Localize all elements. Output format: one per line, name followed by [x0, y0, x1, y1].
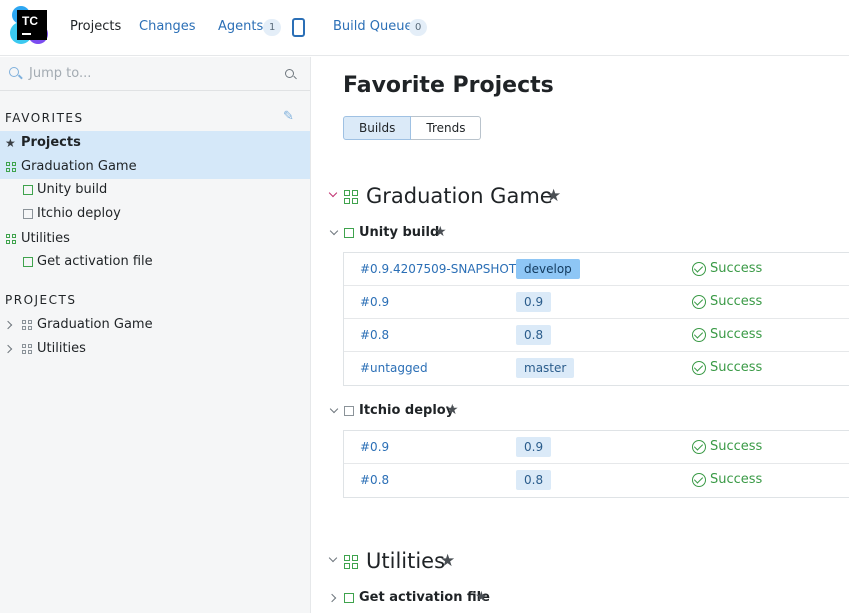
- build-status[interactable]: Success: [692, 439, 762, 454]
- build-type-name[interactable]: Itchio deploy: [359, 401, 454, 421]
- sidebar-item-label: Utilities: [21, 231, 70, 246]
- build-config-icon: [23, 185, 33, 195]
- sidebar-item-get-activation-file[interactable]: Get activation file: [0, 250, 310, 274]
- search-input[interactable]: Jump to...: [29, 66, 91, 81]
- build-config-icon: [344, 228, 354, 238]
- chevron-right-icon[interactable]: [327, 593, 337, 603]
- project-grid-icon: [22, 344, 32, 354]
- chevron-down-icon[interactable]: [329, 404, 339, 414]
- project-header-graduation-game[interactable]: Graduation Game ★: [327, 182, 627, 210]
- build-queue-count-badge: 0: [409, 19, 428, 36]
- sidebar-item-label: Projects: [21, 135, 81, 150]
- branch-badge[interactable]: 0.9: [516, 292, 552, 312]
- nav-agents[interactable]: Agents: [218, 19, 263, 37]
- build-number-link[interactable]: #0.9: [360, 440, 389, 454]
- nav-build-queue[interactable]: Build Queue: [333, 19, 412, 37]
- project-name[interactable]: Graduation Game: [366, 182, 553, 210]
- sidebar-project-utilities[interactable]: Utilities: [0, 337, 310, 361]
- build-number-link[interactable]: #0.8: [360, 473, 389, 487]
- chevron-down-icon[interactable]: [328, 553, 338, 563]
- project-grid-icon: [6, 234, 16, 244]
- star-icon: ★: [5, 136, 16, 150]
- tab-trends[interactable]: Trends: [411, 116, 482, 140]
- projects-heading: PROJECTS: [5, 293, 77, 307]
- table-row[interactable]: #untagged master Success: [344, 352, 849, 385]
- agents-count-badge: 1: [263, 19, 282, 36]
- build-type-name[interactable]: Unity build: [359, 223, 439, 243]
- project-grid-icon: [22, 320, 32, 330]
- sidebar-item-label: Graduation Game: [21, 159, 137, 174]
- project-name[interactable]: Utilities: [366, 547, 445, 575]
- build-number-link[interactable]: #0.9: [360, 295, 389, 309]
- teamcity-logo[interactable]: TC: [10, 6, 50, 46]
- table-row[interactable]: #0.9 0.9 Success: [344, 431, 849, 464]
- build-status[interactable]: Success: [692, 360, 762, 375]
- build-number-link[interactable]: #untagged: [360, 361, 428, 375]
- build-config-icon: [344, 593, 354, 603]
- build-status[interactable]: Success: [692, 261, 762, 276]
- favorite-star-icon[interactable]: ★: [440, 547, 455, 575]
- view-tabs: Builds Trends: [343, 116, 482, 140]
- table-row[interactable]: #0.8 0.8 Success: [344, 464, 849, 497]
- build-number-link[interactable]: #0.9.4207509-SNAPSHOT: [360, 262, 516, 276]
- branch-badge[interactable]: 0.9: [516, 437, 552, 457]
- nav-projects[interactable]: Projects: [70, 19, 121, 37]
- builds-table-itchio-deploy: #0.9 0.9 Success #0.8 0.8 Success: [343, 430, 849, 498]
- project-grid-icon: [344, 190, 358, 204]
- search-submit-icon[interactable]: [285, 69, 294, 78]
- jump-to-search[interactable]: Jump to...: [0, 57, 310, 91]
- branch-badge[interactable]: 0.8: [516, 470, 552, 490]
- table-row[interactable]: #0.9 0.9 Success: [344, 286, 849, 319]
- sidebar-item-label: Itchio deploy: [37, 206, 121, 221]
- page-title: Favorite Projects: [343, 73, 554, 98]
- build-config-icon: [23, 257, 33, 267]
- table-row[interactable]: #0.8 0.8 Success: [344, 319, 849, 352]
- chevron-right-icon[interactable]: [3, 344, 13, 354]
- sidebar-item-unity-build[interactable]: Unity build: [0, 178, 310, 202]
- branch-badge[interactable]: master: [516, 358, 575, 378]
- builds-table-unity-build: #0.9.4207509-SNAPSHOT develop Success #0…: [343, 252, 849, 386]
- favorite-star-icon[interactable]: ★: [475, 587, 488, 607]
- sidebar-item-projects[interactable]: ★ Projects: [0, 131, 310, 155]
- sidebar-project-graduation-game[interactable]: Graduation Game: [0, 313, 310, 337]
- build-type-header-get-activation-file[interactable]: Get activation file ★: [327, 588, 527, 608]
- sidebar-item-label: Unity build: [37, 182, 108, 197]
- sidebar-item-utilities[interactable]: Utilities: [0, 227, 310, 251]
- build-status[interactable]: Success: [692, 472, 762, 487]
- tab-builds[interactable]: Builds: [343, 116, 412, 140]
- sidebar-item-itchio-deploy[interactable]: Itchio deploy: [0, 202, 310, 226]
- chevron-down-icon[interactable]: [329, 226, 339, 236]
- favorite-star-icon[interactable]: ★: [434, 222, 447, 242]
- build-type-header-unity-build[interactable]: Unity build ★: [327, 223, 527, 243]
- sidebar-item-label: Get activation file: [37, 254, 153, 269]
- sidebar-item-label: Graduation Game: [37, 317, 153, 332]
- favorite-star-icon[interactable]: ★: [446, 400, 459, 420]
- top-header: TC Projects Changes Agents 1 Build Queue…: [0, 0, 849, 56]
- agent-icon[interactable]: [292, 18, 305, 37]
- sidebar-item-label: Utilities: [37, 341, 86, 356]
- project-header-utilities[interactable]: Utilities ★: [327, 547, 527, 575]
- project-grid-icon: [344, 555, 358, 569]
- favorite-star-icon[interactable]: ★: [546, 182, 561, 210]
- search-icon: [9, 67, 19, 77]
- sidebar: Jump to... FAVORITES ✎ ★ Projects Gradua…: [0, 57, 311, 613]
- project-grid-icon: [6, 162, 16, 172]
- chevron-down-icon[interactable]: [328, 188, 338, 198]
- favorites-heading: FAVORITES: [5, 111, 84, 125]
- build-config-icon: [23, 209, 33, 219]
- branch-badge[interactable]: 0.8: [516, 325, 552, 345]
- build-type-header-itchio-deploy[interactable]: Itchio deploy ★: [327, 401, 527, 421]
- build-type-name[interactable]: Get activation file: [359, 588, 490, 608]
- table-row[interactable]: #0.9.4207509-SNAPSHOT develop Success: [344, 253, 849, 286]
- nav-changes[interactable]: Changes: [139, 19, 196, 37]
- chevron-right-icon[interactable]: [3, 320, 13, 330]
- edit-favorites-icon[interactable]: ✎: [283, 110, 295, 123]
- build-status[interactable]: Success: [692, 327, 762, 342]
- build-config-icon: [344, 406, 354, 416]
- sidebar-item-graduation-game[interactable]: Graduation Game: [0, 155, 310, 179]
- build-number-link[interactable]: #0.8: [360, 328, 389, 342]
- build-status[interactable]: Success: [692, 294, 762, 309]
- branch-badge[interactable]: develop: [516, 259, 580, 279]
